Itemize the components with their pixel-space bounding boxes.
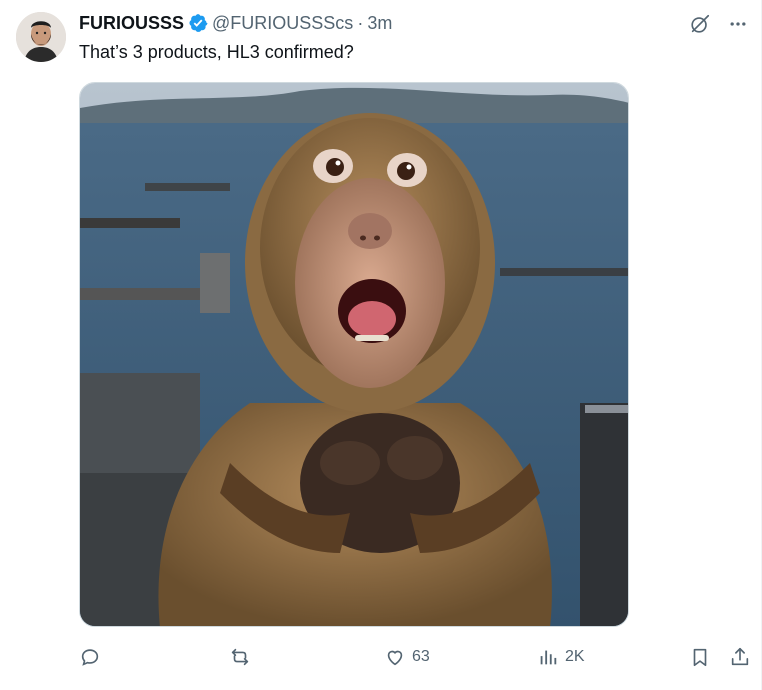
- tweet-header: FURIOUSSS @FURIOUSSScs · 3m: [79, 12, 392, 34]
- shocked-macaque-photo-icon: [80, 83, 628, 626]
- bookmark-button[interactable]: [689, 642, 711, 672]
- more-icon[interactable]: [726, 12, 750, 36]
- reply-icon: [81, 649, 99, 666]
- author-handle[interactable]: @FURIOUSSScs: [212, 13, 353, 34]
- grok-icon[interactable]: [688, 12, 712, 36]
- bearded-man-avatar-icon: [16, 12, 66, 62]
- views-count: 2K: [565, 648, 585, 665]
- views-button[interactable]: 2K: [537, 642, 585, 672]
- header-actions: [688, 12, 750, 36]
- like-count: 63: [412, 648, 430, 665]
- author-display-name[interactable]: FURIOUSSS: [79, 13, 184, 34]
- timestamp[interactable]: 3m: [367, 13, 392, 34]
- tweet-text: That’s 3 products, HL3 confirmed?: [79, 42, 354, 62]
- share-icon: [731, 647, 749, 666]
- share-button[interactable]: [729, 642, 751, 672]
- avatar[interactable]: [16, 12, 66, 62]
- retweet-button[interactable]: [229, 642, 257, 672]
- tweet-media[interactable]: [79, 82, 629, 627]
- separator-dot: ·: [357, 12, 364, 33]
- action-bar: 63 2K: [79, 642, 751, 672]
- verified-badge-icon: [189, 14, 208, 32]
- views-icon: [540, 650, 557, 665]
- reply-button[interactable]: [79, 642, 107, 672]
- heart-icon: [387, 650, 403, 666]
- bookmark-icon: [693, 648, 707, 667]
- retweet-icon: [231, 648, 249, 666]
- like-button[interactable]: 63: [384, 642, 430, 672]
